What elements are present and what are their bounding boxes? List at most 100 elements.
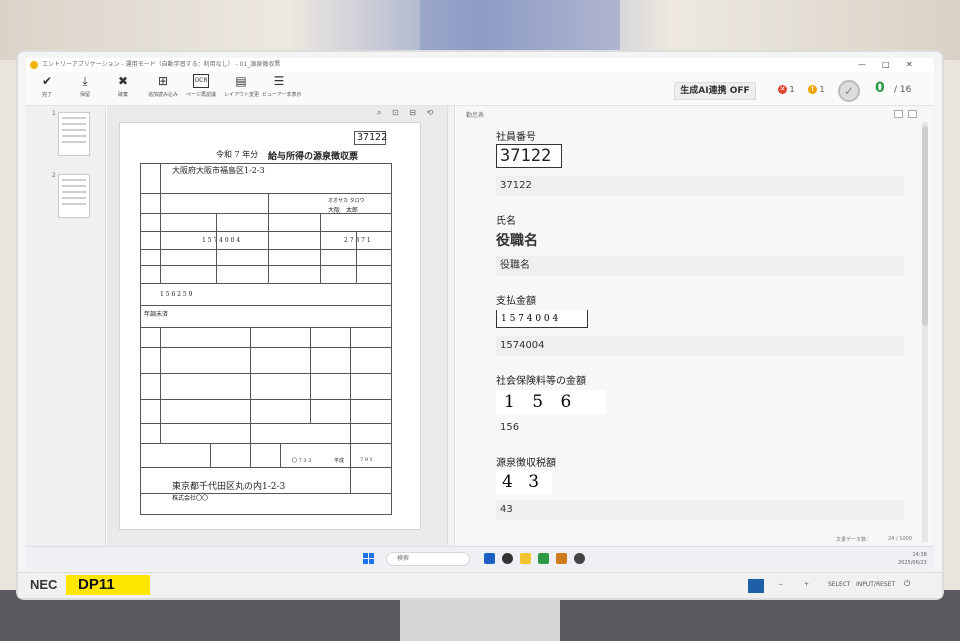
document-viewer: ⌕ ⊡ ⊟ ⟲ 37122 令和 7 年分 給与所得の源泉徴収票 大阪府大阪市福… (107, 106, 447, 546)
field-label-withholding: 源泉徴収税額 (496, 458, 556, 469)
doc-birth-month: 〇 7 3 3 (292, 458, 312, 464)
field-input-withholding[interactable]: 43 (496, 500, 904, 520)
warning-icon: ! (808, 85, 817, 94)
page-thumbnails: 1 2 (26, 106, 106, 546)
doc-insurance: 1 5 6 2 5 9 (160, 291, 193, 298)
page-number: 1 (52, 110, 56, 117)
toolbar: ✔ 完了 ⤓ 保留 ✖ 破棄 ⊞ 追加読み込み OCR ページ再認識 ▤ レイア… (26, 72, 934, 106)
field-image-employee-number: 37122 (496, 144, 562, 168)
complete-button[interactable]: ✔ 完了 (30, 74, 64, 98)
field-input-payment[interactable]: 1574004 (496, 336, 904, 356)
minimize-button[interactable]: — (858, 58, 866, 72)
doc-note: 年調未済 (144, 311, 169, 318)
input-reset-button[interactable]: INPUT/RESET (856, 581, 895, 588)
page-thumbnail[interactable] (58, 112, 90, 156)
field-input-name[interactable]: 役職名 (496, 256, 904, 276)
title-bar: エントリーアプリケーション - 運用モード（自動学習する：利用なし） - 01_… (26, 58, 934, 72)
status-bar: 文書データ数： 24 / 1000 (836, 536, 912, 543)
energy-star-icon (748, 579, 764, 593)
app-icon[interactable] (556, 553, 567, 564)
select-button[interactable]: SELECT (828, 581, 851, 588)
ocr-icon: OCR (193, 74, 209, 88)
doc-footer-address: 東京都千代田区丸の内1-2-3 (172, 482, 286, 492)
discard-button[interactable]: ✖ 破棄 (106, 74, 140, 98)
field-input-insurance[interactable]: 156 (496, 418, 904, 438)
screen: エントリーアプリケーション - 運用モード（自動学習する：利用なし） - 01_… (26, 58, 934, 570)
form-border (140, 163, 392, 515)
field-input-employee-number[interactable]: 37122 (496, 176, 904, 196)
field-image-payment: 1 5 7 4 0 0 4 (496, 310, 588, 328)
field-label-name: 氏名 (496, 216, 516, 227)
warning-indicator[interactable]: ! 1 (808, 85, 825, 94)
doc-payment: 1 5 7 4 0 0 4 (202, 237, 241, 244)
doc-footer-company: 株式会社〇〇 (172, 495, 209, 502)
window-title: エントリーアプリケーション - 運用モード（自動学習する：利用なし） - 01_… (42, 61, 281, 68)
doc-era: 平成 (334, 458, 345, 464)
maximize-button[interactable]: □ (882, 58, 890, 72)
fit-width-icon[interactable]: ⊡ (392, 108, 399, 117)
field-image-withholding: 4 3 (496, 470, 552, 494)
app-icon (30, 61, 38, 69)
outlook-icon[interactable] (484, 553, 495, 564)
zoom-icon[interactable]: ⌕ (377, 108, 381, 117)
doc-reading: オオサカ タロウ (328, 198, 365, 204)
page-number: 2 (52, 172, 56, 179)
start-button[interactable] (363, 553, 374, 564)
add-doc-icon: ⊞ (157, 74, 169, 88)
background-window (420, 0, 620, 50)
app-icon[interactable] (538, 553, 549, 564)
doc-deduction: 2 7 8 7 1 (344, 237, 371, 244)
stamp-number: 37122 (354, 131, 387, 145)
entry-form: 勤怠表 社員番号 37122 37122 氏名 役職名 役職名 支払金額 1 5… (456, 106, 934, 546)
error-indicator[interactable]: ✕ 1 (778, 85, 795, 94)
taskbar: 検索 14:38 2025/06/23 (26, 546, 934, 570)
doc-title: 給与所得の源泉徴収票 (268, 152, 359, 162)
field-image-name: 役職名 (496, 233, 538, 249)
collapse-button[interactable] (894, 110, 903, 118)
form-header: 勤怠表 (466, 112, 485, 119)
viewer-icon: ☰ (273, 74, 285, 88)
field-image-insurance: 1 5 6 (496, 390, 606, 414)
power-button[interactable]: ⏻ (904, 579, 910, 589)
fit-page-icon[interactable]: ⊟ (409, 108, 416, 117)
layout-change-button[interactable]: ▤ レイアウト変更 (224, 74, 259, 98)
folder-icon[interactable] (520, 553, 531, 564)
plus-button[interactable]: + (804, 581, 809, 588)
doc-address: 大阪府大阪市福島区1-2-3 (172, 166, 265, 175)
field-label-insurance: 社会保険料等の金額 (496, 376, 586, 387)
app-icon[interactable] (502, 553, 513, 564)
check-tray-icon: ✔ (41, 74, 53, 88)
brand-logo: NEC (30, 577, 58, 592)
field-label-employee-number: 社員番号 (496, 132, 536, 143)
ai-toggle-button[interactable]: 生成AI連携 OFF (674, 82, 756, 100)
taskbar-search[interactable]: 検索 (386, 552, 470, 566)
total-count: / 16 (894, 85, 912, 95)
error-icon: ✕ (778, 85, 787, 94)
minus-button[interactable]: − (778, 581, 783, 588)
viewer-hide-button[interactable]: ☰ ビューアー非表示 (262, 74, 302, 98)
viewer-controls: ⌕ ⊡ ⊟ ⟲ (377, 108, 433, 118)
photo-scene: エントリーアプリケーション - 運用モード（自動学習する：利用なし） - 01_… (0, 0, 960, 641)
tray-down-icon: ⤓ (82, 74, 88, 88)
monitor: エントリーアプリケーション - 運用モード（自動学習する：利用なし） - 01_… (18, 52, 942, 598)
add-load-button[interactable]: ⊞ 追加読み込み (146, 74, 180, 98)
monitor-bezel: NEC DP11 − + SELECT INPUT/RESET ⏻ (18, 572, 942, 598)
check-circle-icon[interactable]: ✓ (838, 80, 860, 102)
rotate-icon[interactable]: ⟲ (427, 108, 434, 117)
expand-button[interactable] (908, 110, 917, 118)
scanned-document: 37122 令和 7 年分 給与所得の源泉徴収票 大阪府大阪市福島区1-2-3 … (119, 122, 421, 530)
pane-splitter[interactable] (447, 106, 455, 546)
settings-icon[interactable] (574, 553, 585, 564)
field-label-payment: 支払金額 (496, 296, 536, 307)
asset-label: DP11 (66, 575, 150, 595)
doc-birth: 7 9 1 (360, 457, 373, 463)
form-scrollbar[interactable] (922, 122, 928, 542)
tray-x-icon: ✖ (117, 74, 129, 88)
close-button[interactable]: ✕ (906, 58, 913, 72)
done-count: 0 (875, 80, 885, 96)
page-thumbnail[interactable] (58, 174, 90, 218)
page-reocr-button[interactable]: OCR ページ再認識 (184, 74, 218, 98)
layout-icon: ▤ (235, 74, 247, 88)
clock: 14:38 2025/06/23 (898, 552, 927, 566)
hold-button[interactable]: ⤓ 保留 (68, 74, 102, 98)
